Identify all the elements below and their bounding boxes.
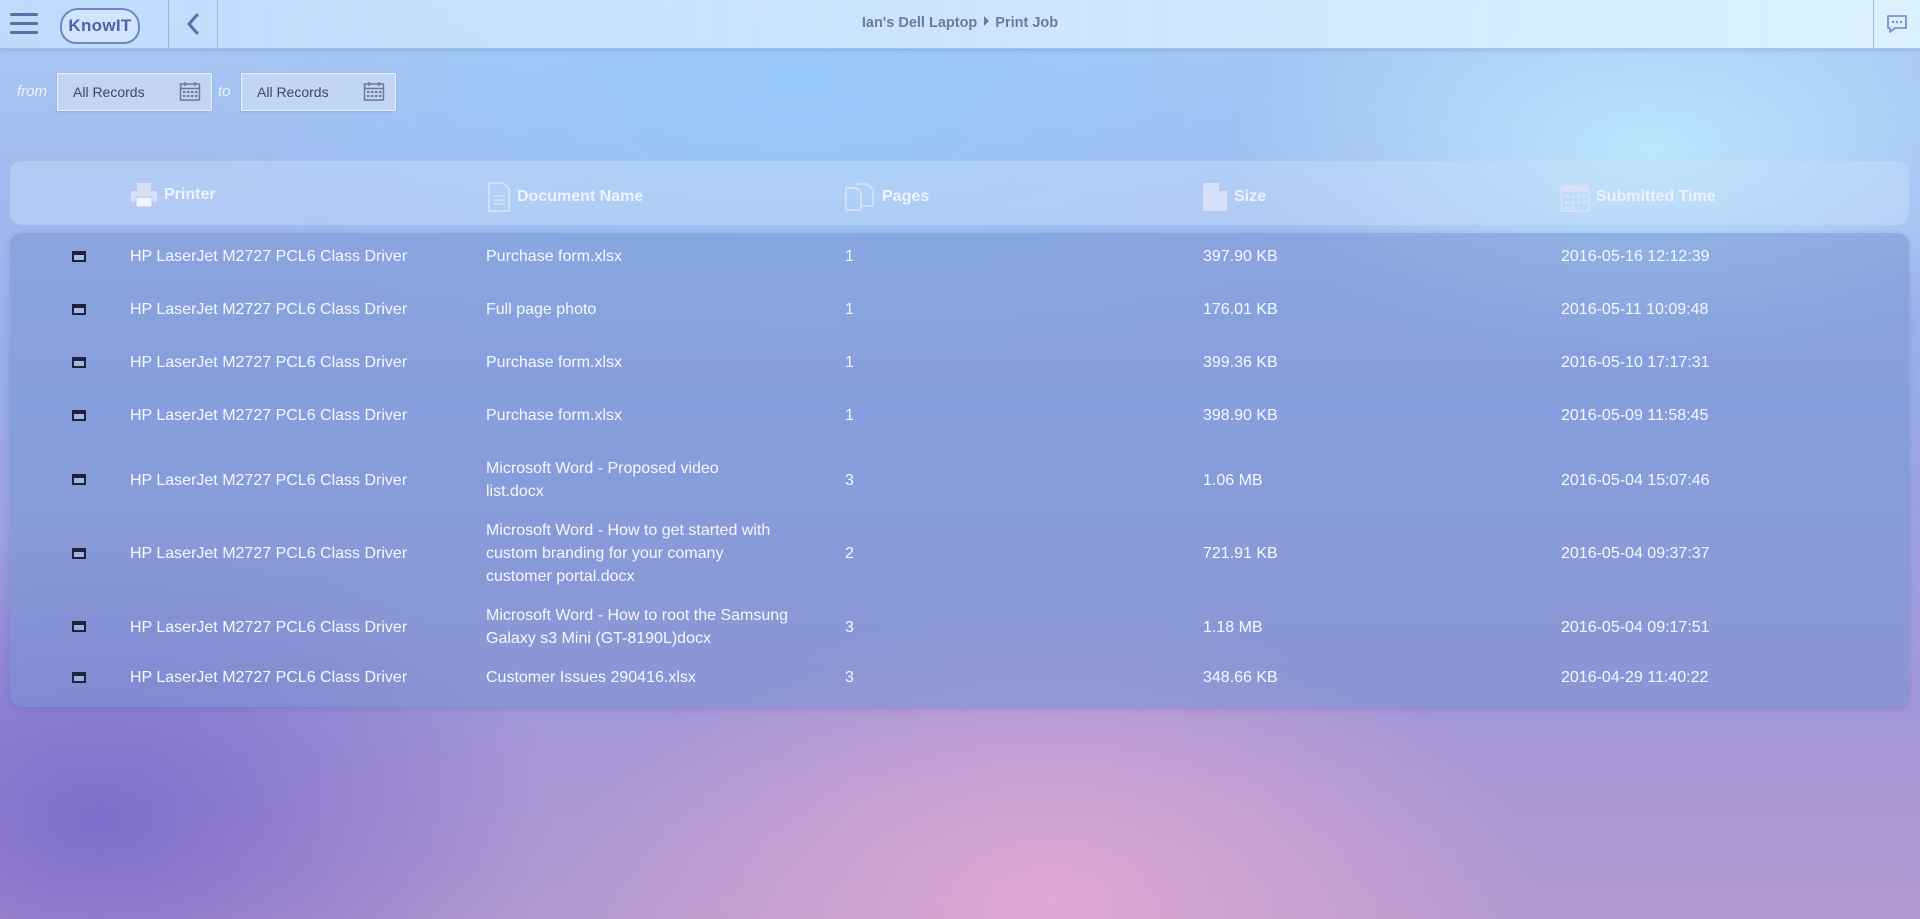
document-name-line: customer portal.docx <box>486 568 635 585</box>
size-cell: 1.06 MB <box>1203 471 1263 489</box>
from-date-value: All Records <box>73 84 145 100</box>
file-icon <box>1203 183 1227 211</box>
document-name-line: Microsoft Word - How to root the Samsung <box>486 607 789 624</box>
document-name-line: Purchase form.xlsx <box>486 248 623 265</box>
document-name-cell: Customer Issues 290416.xlsx <box>486 666 696 689</box>
chat-button[interactable] <box>1874 0 1920 48</box>
to-date-field[interactable]: All Records <box>241 73 396 111</box>
print-job-icon <box>72 250 86 262</box>
document-name-line: Purchase form.xlsx <box>486 354 623 371</box>
column-submitted-time[interactable]: Submitted Time <box>1560 182 1716 212</box>
submitted-time-cell: 2016-05-04 15:07:46 <box>1561 471 1710 489</box>
column-document-name[interactable]: Document Name <box>487 182 643 212</box>
document-name-line: Galaxy s3 Mini (GT-8190L)docx <box>486 630 711 647</box>
pages-cell: 3 <box>845 618 854 636</box>
size-cell: 176.01 KB <box>1203 301 1278 318</box>
column-label: Document Name <box>517 188 644 205</box>
pages-cell: 1 <box>845 248 854 265</box>
document-icon <box>488 182 510 212</box>
pages-cell: 1 <box>845 354 854 371</box>
pages-cell: 2 <box>845 545 854 562</box>
table-header: Printer Document Name Pages Size Submitt… <box>10 161 1909 225</box>
print-job-icon <box>72 621 86 632</box>
from-date-field[interactable]: All Records <box>57 73 212 111</box>
document-name-line: custom branding for your comany <box>486 545 724 562</box>
to-label: to <box>218 83 231 100</box>
column-label: Pages <box>882 188 930 205</box>
size-cell: 397.90 KB <box>1203 248 1278 265</box>
print-job-icon <box>72 547 86 559</box>
document-name-line: list.docx <box>486 483 544 500</box>
printer-cell: HP LaserJet M2727 PCL6 Class Driver <box>130 407 408 424</box>
pages-icon <box>845 183 874 211</box>
printer-cell: HP LaserJet M2727 PCL6 Class Driver <box>130 248 408 265</box>
column-label: Printer <box>164 186 216 203</box>
submitted-time-cell: 2016-05-11 10:09:48 <box>1561 301 1709 318</box>
printer-cell: HP LaserJet M2727 PCL6 Class Driver <box>130 471 408 489</box>
printer-cell: HP LaserJet M2727 PCL6 Class Driver <box>130 545 408 562</box>
size-cell: 721.91 KB <box>1203 545 1278 562</box>
pages-cell: 3 <box>845 669 854 686</box>
pages-cell: 1 <box>845 301 854 318</box>
from-label: from <box>17 83 47 100</box>
document-name-line: Customer Issues 290416.xlsx <box>486 669 696 686</box>
submitted-time-cell: 2016-05-04 09:17:51 <box>1561 618 1710 636</box>
column-label: Size <box>1234 188 1267 205</box>
document-name-cell: Microsoft Word - How to root the Samsung… <box>486 604 788 650</box>
submitted-time-cell: 2016-05-09 11:58:45 <box>1561 407 1709 424</box>
calendar-icon <box>1560 183 1590 212</box>
submitted-time-cell: 2016-05-10 17:17:31 <box>1561 354 1710 371</box>
calendar-icon[interactable] <box>179 81 201 102</box>
calendar-icon[interactable] <box>363 81 385 102</box>
pages-cell: 3 <box>845 471 854 489</box>
document-name-line: Purchase form.xlsx <box>486 407 623 424</box>
print-job-icon <box>72 409 86 421</box>
caret-right-icon <box>984 16 990 26</box>
chat-bubble-icon <box>1887 15 1907 33</box>
document-name-cell: Purchase form.xlsx <box>486 404 622 427</box>
column-size[interactable]: Size <box>1202 182 1266 212</box>
submitted-time-cell: 2016-05-04 09:37:37 <box>1561 545 1710 562</box>
column-pages[interactable]: Pages <box>844 182 929 212</box>
document-name-cell: Full page photo <box>486 298 596 321</box>
print-job-icon <box>72 303 86 315</box>
print-job-icon <box>72 356 86 368</box>
printer-icon <box>131 183 157 208</box>
print-job-table: HP LaserJet M2727 PCL6 Class Driver Purch… <box>10 233 1909 707</box>
size-cell: 398.90 KB <box>1203 407 1278 424</box>
breadcrumb-device[interactable]: Ian's Dell Laptop <box>862 15 977 31</box>
submitted-time-cell: 2016-04-29 11:40:22 <box>1561 669 1709 686</box>
document-name-line: Full page photo <box>486 301 597 318</box>
document-name-line: Microsoft Word - How to get started with <box>486 522 771 539</box>
document-name-line: Microsoft Word - Proposed video <box>486 460 719 477</box>
printer-cell: HP LaserJet M2727 PCL6 Class Driver <box>130 301 408 318</box>
document-name-cell: Purchase form.xlsx <box>486 351 622 374</box>
breadcrumb: Ian's Dell Laptop Print Job <box>0 15 1920 31</box>
submitted-time-cell: 2016-05-16 12:12:39 <box>1561 248 1710 265</box>
column-printer[interactable]: Printer <box>130 182 216 208</box>
size-cell: 348.66 KB <box>1203 669 1278 686</box>
document-name-cell: Microsoft Word - How to get started with… <box>486 519 770 588</box>
printer-cell: HP LaserJet M2727 PCL6 Class Driver <box>130 669 408 686</box>
size-cell: 1.18 MB <box>1203 618 1263 636</box>
document-name-cell: Purchase form.xlsx <box>486 245 622 268</box>
to-date-value: All Records <box>257 84 329 100</box>
printer-cell: HP LaserJet M2727 PCL6 Class Driver <box>130 618 408 636</box>
print-job-icon <box>72 474 86 485</box>
column-label: Submitted Time <box>1596 188 1716 205</box>
print-job-icon <box>72 671 86 683</box>
size-cell: 399.36 KB <box>1203 354 1278 371</box>
top-bar: KnowIT Ian's Dell Laptop Print Job <box>0 0 1920 49</box>
printer-cell: HP LaserJet M2727 PCL6 Class Driver <box>130 354 408 371</box>
document-name-cell: Microsoft Word - Proposed video list.docx <box>486 457 719 503</box>
pages-cell: 1 <box>845 407 854 424</box>
breadcrumb-current: Print Job <box>995 15 1059 31</box>
